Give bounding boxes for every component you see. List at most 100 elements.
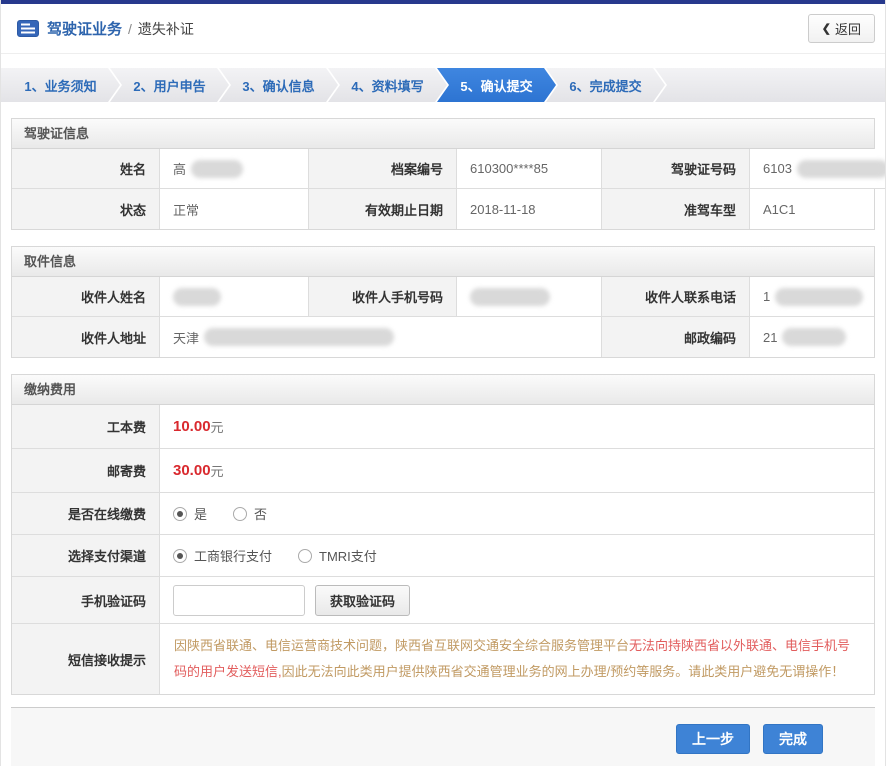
redaction-blur: [470, 288, 550, 306]
redaction-blur: [797, 160, 886, 178]
field-label-pay-channel: 选择支付渠道: [12, 535, 160, 577]
field-value-expiry-date: 2018-11-18: [457, 189, 602, 229]
redaction-blur: [173, 288, 221, 306]
step-progress-bar: 1、业务须知 2、用户申告 3、确认信息 4、资料填写 5、确认提交 6、完成提…: [1, 68, 885, 102]
field-label-recipient-phone: 收件人联系电话: [602, 277, 750, 317]
radio-circle-icon: [173, 507, 187, 521]
field-value-status: 正常: [160, 189, 309, 229]
step-tab-3[interactable]: 3、确认信息: [219, 68, 338, 102]
fee-row-sms-code: 手机验证码 获取验证码: [12, 577, 874, 624]
field-value-name: 高: [160, 149, 309, 189]
field-value-recipient-phone: 1: [750, 277, 874, 317]
radio-label-yes: 是: [194, 504, 207, 523]
redaction-blur: [204, 328, 394, 346]
field-label-sms-notice: 短信接收提示: [12, 624, 160, 694]
get-code-button[interactable]: 获取验证码: [315, 585, 410, 616]
recipient-phone-text: 1: [763, 289, 770, 304]
radio-label-icbc: 工商银行支付: [194, 546, 272, 565]
fee-row-channel: 选择支付渠道 工商银行支付 TMRI支付: [12, 535, 874, 577]
back-button-label: 返回: [835, 19, 861, 38]
step-tab-2[interactable]: 2、用户申告: [110, 68, 229, 102]
page-header: 驾驶证业务 / 遗失补证 ❮ 返回: [1, 4, 885, 54]
name-value-text: 高: [173, 159, 186, 178]
field-label-file-number: 档案编号: [309, 149, 457, 189]
field-label-vehicle-class: 准驾车型: [602, 189, 750, 229]
field-value-sms-code: 获取验证码: [160, 577, 874, 624]
field-value-card-fee: 10.00 元: [160, 405, 874, 449]
radio-online-pay-no[interactable]: 否: [233, 504, 267, 523]
redaction-blur: [775, 288, 863, 306]
license-table-row: 状态 正常 有效期止日期 2018-11-18 准驾车型 A1C1: [12, 189, 874, 229]
page: 驾驶证业务 / 遗失补证 ❮ 返回 1、业务须知 2、用户申告 3、确认信息 4…: [0, 0, 886, 766]
mail-fee-amount: 30.00: [173, 462, 211, 479]
breadcrumb-divider: /: [128, 21, 132, 37]
field-value-recipient-mobile: [457, 277, 602, 317]
step-tab-6[interactable]: 6、完成提交: [546, 68, 665, 102]
radio-label-tmri: TMRI支付: [319, 546, 377, 565]
redaction-blur: [191, 160, 243, 178]
notice-segment: 因陕西省联通、电信运营商技术问题，陕西省互联网交通安全综合服务管理平台: [174, 638, 629, 653]
sms-code-input[interactable]: [173, 585, 305, 616]
vehicle-class-text: A1C1: [763, 202, 796, 217]
license-number-text: 6103: [763, 161, 792, 176]
card-fee-amount: 10.00: [173, 418, 211, 435]
status-text: 正常: [173, 200, 199, 219]
field-label-expiry-date: 有效期止日期: [309, 189, 457, 229]
license-info-section: 驾驶证信息 姓名 高 档案编号 610300****85 驾驶证号码 6103 …: [11, 118, 875, 230]
fees-section-title: 缴纳费用: [12, 375, 874, 405]
field-label-recipient-mobile: 收件人手机号码: [309, 277, 457, 317]
radio-circle-icon: [173, 549, 187, 563]
fee-row-online-pay: 是否在线缴费 是 否: [12, 493, 874, 535]
license-section-title: 驾驶证信息: [12, 119, 874, 149]
footer-action-bar: 上一步 完成: [11, 707, 875, 766]
step-tab-1[interactable]: 1、业务须知: [1, 68, 120, 102]
fee-row-card: 工本费 10.00 元: [12, 405, 874, 449]
fee-row-mail: 邮寄费 30.00 元: [12, 449, 874, 493]
license-table-row: 姓名 高 档案编号 610300****85 驾驶证号码 6103: [12, 149, 874, 189]
pickup-section-title: 取件信息: [12, 247, 874, 277]
finish-button[interactable]: 完成: [763, 724, 823, 754]
radio-channel-icbc[interactable]: 工商银行支付: [173, 546, 272, 565]
fees-section: 缴纳费用 工本费 10.00 元 邮寄费 30.00 元 是否在线缴费 是: [11, 374, 875, 695]
field-value-file-number: 610300****85: [457, 149, 602, 189]
pickup-table-row: 收件人姓名 收件人手机号码 收件人联系电话 1: [12, 277, 874, 317]
field-value-recipient-address: 天津: [160, 317, 602, 357]
field-label-status: 状态: [12, 189, 160, 229]
fee-row-sms-notice: 短信接收提示 因陕西省联通、电信运营商技术问题，陕西省互联网交通安全综合服务管理…: [12, 624, 874, 694]
sms-notice-text: 因陕西省联通、电信运营商技术问题，陕西省互联网交通安全综合服务管理平台无法向持陕…: [160, 624, 874, 694]
field-label-online-pay: 是否在线缴费: [12, 493, 160, 535]
field-value-mail-fee: 30.00 元: [160, 449, 874, 493]
radio-circle-icon: [298, 549, 312, 563]
field-value-sms-notice: 因陕西省联通、电信运营商技术问题，陕西省互联网交通安全综合服务管理平台无法向持陕…: [160, 624, 874, 694]
field-label-sms-code: 手机验证码: [12, 577, 160, 624]
breadcrumb-current: 遗失补证: [138, 19, 194, 39]
field-label-name: 姓名: [12, 149, 160, 189]
step-tab-5[interactable]: 5、确认提交: [437, 68, 556, 102]
file-number-text: 610300****85: [470, 161, 548, 176]
field-value-vehicle-class: A1C1: [750, 189, 874, 229]
notice-segment: 因此无法向此类用户提供陕西省交通管理业务的网上办理/预约等服务。请此类用户避免无…: [282, 664, 845, 679]
field-label-license-number: 驾驶证号码: [602, 149, 750, 189]
back-button[interactable]: ❮ 返回: [808, 14, 875, 43]
field-value-recipient-name: [160, 277, 309, 317]
pickup-info-section: 取件信息 收件人姓名 收件人手机号码 收件人联系电话 1 收件人地址 天津 邮政…: [11, 246, 875, 358]
recipient-address-text: 天津: [173, 328, 199, 347]
previous-step-button[interactable]: 上一步: [676, 724, 750, 754]
field-label-recipient-name: 收件人姓名: [12, 277, 160, 317]
field-label-card-fee: 工本费: [12, 405, 160, 449]
pickup-table-row: 收件人地址 天津 邮政编码 21: [12, 317, 874, 357]
step-tab-4[interactable]: 4、资料填写: [328, 68, 447, 102]
field-label-recipient-address: 收件人地址: [12, 317, 160, 357]
radio-circle-icon: [233, 507, 247, 521]
radio-online-pay-yes[interactable]: 是: [173, 504, 207, 523]
field-value-license-number: 6103: [750, 149, 886, 189]
back-chevron-icon: ❮: [822, 22, 831, 35]
radio-channel-tmri[interactable]: TMRI支付: [298, 546, 377, 565]
redaction-blur: [782, 328, 846, 346]
field-label-postcode: 邮政编码: [602, 317, 750, 357]
radio-label-no: 否: [254, 504, 267, 523]
field-value-online-pay: 是 否: [160, 493, 874, 535]
card-fee-unit: 元: [211, 417, 224, 436]
field-label-mail-fee: 邮寄费: [12, 449, 160, 493]
page-title: 驾驶证业务: [47, 18, 122, 39]
